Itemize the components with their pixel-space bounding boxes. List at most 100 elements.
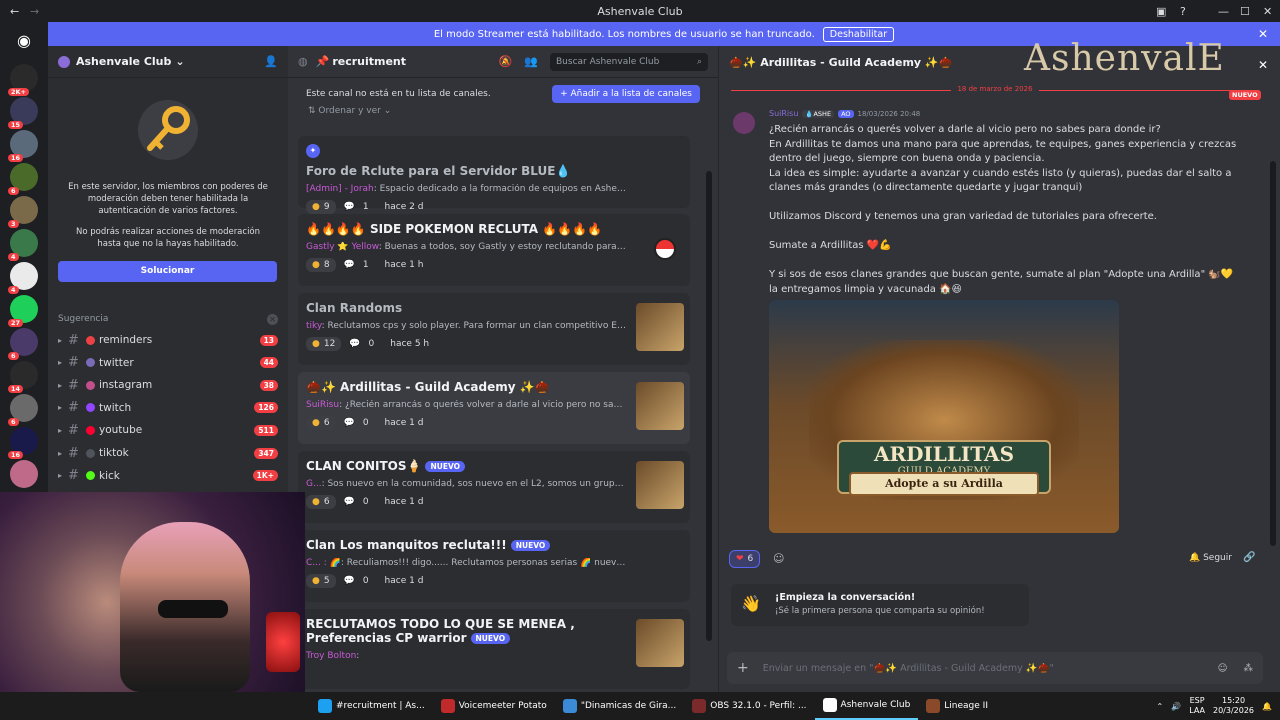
- disable-streamer-button[interactable]: Deshabilitar: [822, 26, 895, 42]
- taskbar-app[interactable]: #recruitment | As...: [310, 692, 433, 720]
- close-banner-icon[interactable]: ✕: [1258, 27, 1268, 41]
- post-title: CLAN CONITOS🍦: [306, 459, 422, 473]
- taskbar-app[interactable]: Ashenvale Club: [814, 692, 919, 720]
- discord-home-icon[interactable]: ◉: [10, 26, 38, 54]
- author-name[interactable]: SuiRisu: [769, 109, 798, 118]
- server-badge: 4: [8, 253, 19, 261]
- post-title: Foro de Rclute para el Servidor BLUE💧: [306, 164, 571, 178]
- reaction-emoji-icon: ●: [312, 418, 320, 428]
- post-reaction[interactable]: ● 6: [306, 416, 336, 430]
- message-composer[interactable]: + Enviar un mensaje en "🌰✨ Ardillitas - …: [727, 652, 1263, 684]
- add-to-list-button[interactable]: + Añadir a la lista de canales: [552, 85, 700, 103]
- mute-icon[interactable]: 🔕: [499, 55, 513, 68]
- post-reaction[interactable]: ● 5: [306, 574, 336, 588]
- add-reaction-icon[interactable]: ☺: [773, 552, 784, 565]
- members-icon[interactable]: 👥: [524, 55, 538, 68]
- close-icon[interactable]: ✕: [1263, 5, 1272, 18]
- collapse-arrow-icon: ▸: [58, 448, 63, 458]
- server-icon[interactable]: 6: [8, 163, 38, 195]
- channel-item-twitter[interactable]: ▸ # twitter 44: [58, 353, 278, 373]
- server-icon[interactable]: 14: [8, 361, 38, 393]
- forum-post[interactable]: 🔥🔥🔥🔥 SIDE POKEMON RECLUTA 🔥🔥🔥🔥 Gastly ⭐ Y…: [298, 214, 690, 286]
- server-icon[interactable]: 15: [8, 97, 38, 129]
- forum-post[interactable]: 🌰✨ Ardillitas - Guild Academy ✨🌰 SuiRisu:…: [298, 372, 690, 444]
- server-icon[interactable]: 27: [8, 295, 38, 327]
- forum-post[interactable]: Clan Los manquitos recluta!!! NUEVO C... :…: [298, 530, 690, 602]
- server-icon[interactable]: 16: [8, 130, 38, 162]
- new-messages-badge: NUEVO: [1229, 90, 1261, 100]
- post-reaction[interactable]: ● 6: [306, 495, 336, 509]
- collapse-arrow-icon: ▸: [58, 335, 63, 345]
- minimize-icon[interactable]: —: [1218, 5, 1229, 18]
- reaction-heart[interactable]: ❤ 6: [729, 550, 761, 568]
- channel-label: instagram: [99, 379, 153, 392]
- volume-icon[interactable]: 🔊: [1171, 702, 1181, 711]
- attach-plus-icon[interactable]: +: [737, 660, 749, 676]
- taskbar-app[interactable]: Lineage II: [918, 692, 996, 720]
- server-icon[interactable]: 4: [8, 229, 38, 261]
- forum-post[interactable]: CLAN CONITOS🍦 NUEVO G...: Sos nuevo en la …: [298, 451, 690, 523]
- emoji-icon[interactable]: ☺: [1218, 663, 1228, 674]
- date-divider-label: 18 de marzo de 2026: [951, 85, 1039, 100]
- server-badge: 2K+: [8, 88, 30, 96]
- server-header[interactable]: Ashenvale Club ⌄ 👤: [48, 46, 288, 78]
- server-icon[interactable]: [10, 460, 38, 488]
- taskbar-app[interactable]: "Dinamicas de Gira...: [555, 692, 684, 720]
- server-icon[interactable]: 6: [8, 394, 38, 426]
- server-icon[interactable]: 6: [8, 328, 38, 360]
- post-reaction[interactable]: ● 8: [306, 258, 336, 272]
- composer-input[interactable]: Enviar un mensaje en "🌰✨ Ardillitas - Gu…: [763, 663, 1054, 674]
- forum-post[interactable]: RECLUTAMOS TODO LO QUE SE MENEA , Prefer…: [298, 609, 690, 689]
- hash-icon: #: [68, 355, 79, 371]
- server-icon[interactable]: 3: [8, 196, 38, 228]
- forum-post[interactable]: ✦ Foro de Rclute para el Servidor BLUE💧 [A…: [298, 136, 690, 214]
- channel-label: youtube: [99, 424, 143, 437]
- unread-badge: 126: [254, 402, 278, 414]
- forum-scrollbar[interactable]: [706, 171, 712, 641]
- taskbar-app[interactable]: Voicemeeter Potato: [433, 692, 555, 720]
- sort-dropdown[interactable]: ⇅ Ordenar y ver ⌄: [308, 106, 391, 116]
- reaction-emoji-icon: ●: [312, 260, 320, 270]
- channel-item-instagram[interactable]: ▸ # instagram 38: [58, 375, 278, 395]
- tray-chevron-icon[interactable]: ⌃: [1157, 702, 1164, 711]
- help-icon[interactable]: ?: [1180, 5, 1186, 18]
- clock[interactable]: 15:20 20/3/2026: [1213, 696, 1254, 716]
- language-indicator[interactable]: ESP LAA: [1189, 696, 1205, 716]
- back-icon[interactable]: ←: [10, 5, 19, 18]
- dismiss-icon[interactable]: ✕: [267, 314, 278, 325]
- avatar[interactable]: [733, 112, 755, 134]
- post-reaction[interactable]: ● 9: [306, 200, 336, 214]
- post-reaction[interactable]: ● 12: [306, 337, 342, 351]
- role-badge: AO: [838, 109, 854, 118]
- notification-icon[interactable]: 🔔: [1262, 702, 1272, 711]
- maximize-icon[interactable]: ☐: [1240, 5, 1250, 18]
- hash-icon: #: [68, 445, 79, 461]
- forum-post[interactable]: Clan Randoms tiky: Reclutamos cps y solo …: [298, 293, 690, 365]
- post-title: Clan Randoms: [306, 301, 403, 315]
- server-icon[interactable]: 4: [8, 262, 38, 294]
- apps-icon[interactable]: ⁂: [1244, 663, 1254, 674]
- solve-button[interactable]: Solucionar: [58, 261, 277, 282]
- channel-item-kick[interactable]: ▸ # kick 1K+: [58, 466, 278, 486]
- follow-button[interactable]: 🔔 Seguir: [1189, 553, 1232, 563]
- attached-image[interactable]: ARDILLITAS GUILD ACADEMY Adopte a su Ard…: [769, 300, 1119, 533]
- post-preview: ¿Recién arrancás o querés volver a darle…: [344, 400, 626, 410]
- forward-icon[interactable]: →: [30, 5, 39, 18]
- sort-label: Ordenar y ver: [318, 106, 381, 116]
- channel-item-twitch[interactable]: ▸ # twitch 126: [58, 398, 278, 418]
- taskbar-app[interactable]: OBS 32.1.0 - Perfil: ...: [684, 692, 814, 720]
- channel-item-youtube[interactable]: ▸ # youtube 511: [58, 420, 278, 440]
- reaction-count: 6: [747, 554, 754, 564]
- thread-close-icon[interactable]: ✕: [1258, 58, 1268, 72]
- channel-item-tiktok[interactable]: ▸ # tiktok 347: [58, 443, 278, 463]
- server-icon[interactable]: 2K+: [8, 64, 38, 96]
- post-author: Gastly ⭐ Yellow: [306, 242, 379, 252]
- channel-item-reminders[interactable]: ▸ # reminders 13: [58, 330, 278, 350]
- link-icon[interactable]: 🔗: [1243, 552, 1255, 563]
- thread-scrollbar[interactable]: [1270, 161, 1276, 546]
- server-icon[interactable]: 16: [8, 427, 38, 459]
- inbox-icon[interactable]: ▣: [1156, 5, 1166, 18]
- invite-icon[interactable]: 👤: [264, 55, 278, 68]
- search-input[interactable]: Buscar Ashenvale Club: [556, 57, 659, 67]
- search-box[interactable]: Buscar Ashenvale Club ⌕: [550, 52, 708, 71]
